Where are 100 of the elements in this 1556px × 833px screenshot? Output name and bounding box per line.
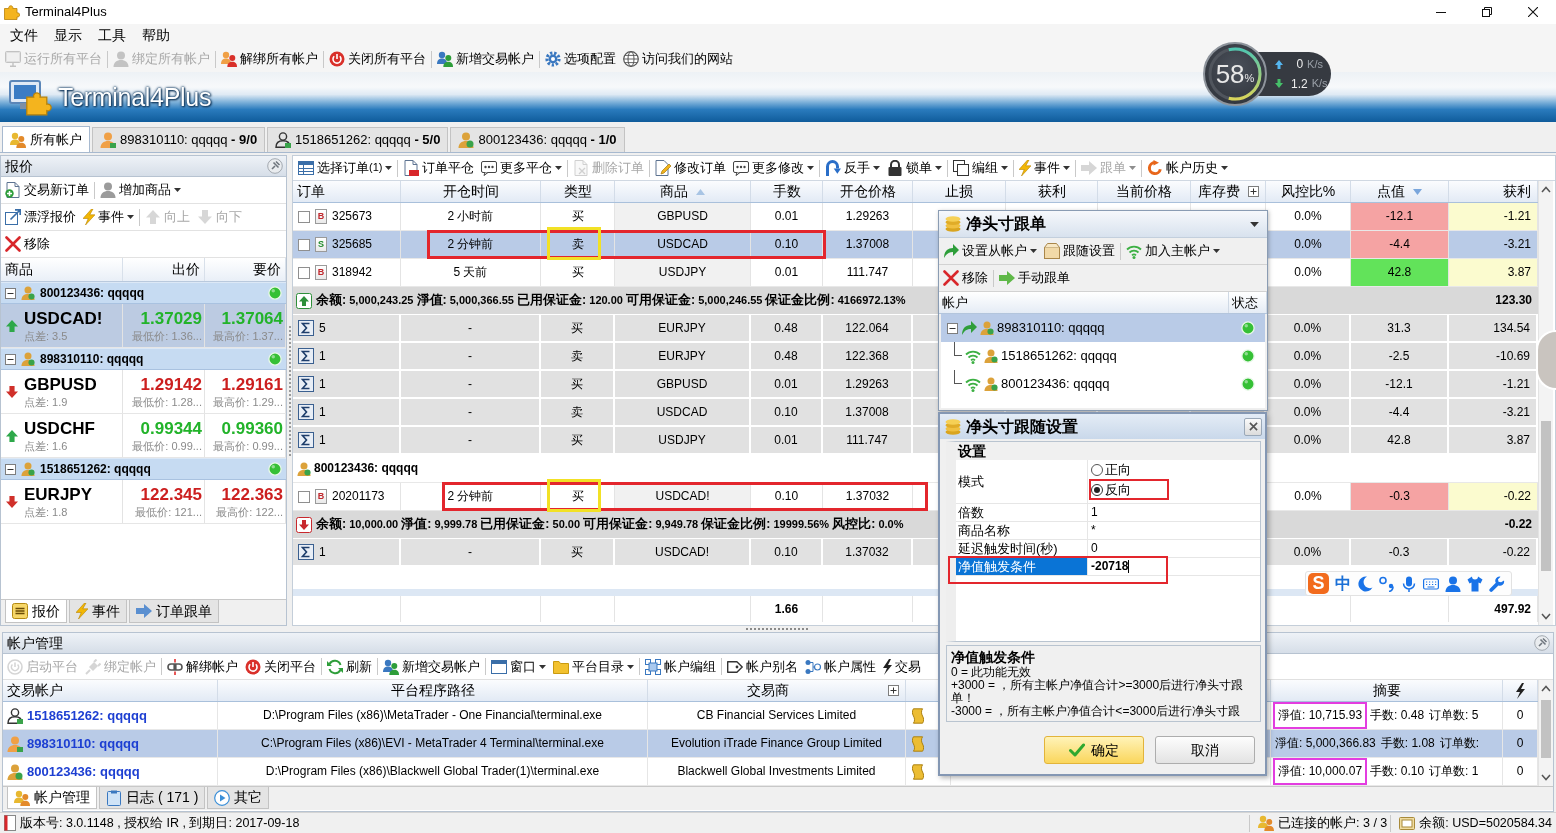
punctuation-icon[interactable] [1379, 575, 1395, 592]
toolbar-button[interactable]: 事件 [82, 206, 135, 228]
radio-button[interactable]: 正向 [1091, 462, 1131, 477]
collapse-icon[interactable] [5, 287, 16, 299]
caret-icon[interactable] [1250, 221, 1259, 227]
toolbar-button[interactable]: 增加商品 [99, 179, 182, 201]
account-link[interactable]: 898310110: qqqqq [27, 735, 139, 752]
wrench-icon[interactable] [1489, 575, 1505, 592]
column-header[interactable]: 帐户 [939, 292, 1229, 313]
column-header[interactable]: 要价 [205, 258, 286, 281]
toolbar-button[interactable]: 事件 [1018, 157, 1072, 179]
toolbar-button[interactable]: 帐户编组 [644, 655, 717, 678]
menu-item[interactable]: 帮助 [134, 26, 178, 44]
toolbar-button[interactable]: 跟随设置 [1043, 240, 1116, 262]
toolbar-button[interactable]: 关闭所有平台 [328, 48, 427, 70]
column-header[interactable]: 当前价格 [1098, 181, 1191, 202]
toolbar-button[interactable]: 加入主帐户 [1125, 240, 1221, 262]
tab[interactable]: 898310110: qqqqq - 9/0 [92, 127, 266, 152]
toolbar-button[interactable]: 移除 [942, 267, 989, 289]
column-header[interactable]: 出价 [123, 258, 205, 281]
keyboard-icon[interactable] [1423, 575, 1439, 592]
column-header[interactable]: 交易商 [648, 680, 906, 701]
tab[interactable]: 其它 [207, 787, 270, 809]
collapse-icon[interactable] [947, 322, 958, 334]
toolbar-button[interactable]: 反手 [824, 157, 882, 179]
collapse-icon[interactable] [5, 463, 16, 475]
collapse-icon[interactable] [5, 353, 16, 365]
column-header[interactable]: 库存费 [1191, 181, 1266, 202]
toolbar-button[interactable]: 更多平仓 [480, 157, 564, 179]
tab[interactable]: 1518651262: qqqqq - 5/0 [267, 127, 449, 152]
pin-icon[interactable] [1534, 635, 1550, 651]
toolbar-button[interactable]: 订单平仓 [402, 157, 476, 179]
toolbar-button[interactable]: 平台目录 [552, 655, 635, 678]
toolbar-button[interactable]: 手动跟单 [998, 267, 1071, 289]
scrollbar-thumb[interactable] [1541, 700, 1551, 758]
checkbox[interactable] [298, 210, 310, 223]
toolbar-button[interactable]: 解绑帐户 [166, 655, 239, 678]
toolbar-button[interactable]: 帐户属性 [804, 655, 877, 678]
toolbar-button[interactable]: 帐户别名 [726, 655, 799, 678]
account-link[interactable]: 1518651262: qqqqq [27, 707, 147, 724]
checkbox[interactable] [298, 490, 310, 503]
pin-icon[interactable] [267, 158, 283, 174]
toolbar-button[interactable]: 新增交易帐户 [436, 48, 535, 70]
column-header[interactable]: 交易帐户 [3, 680, 218, 701]
property-name[interactable]: 净值触发条件 [956, 558, 1088, 575]
column-header[interactable]: 商品 [615, 181, 751, 202]
menu-item[interactable]: 显示 [46, 26, 90, 44]
toolbar-button[interactable]: 关闭平台 [244, 655, 317, 678]
input-mode-toggle[interactable]: 中 [1335, 573, 1351, 594]
column-header[interactable]: 平台程序路径 [218, 680, 648, 701]
column-header[interactable]: 状态 [1229, 292, 1267, 313]
tab[interactable]: 事件 [69, 600, 127, 623]
scrollbar[interactable] [1538, 680, 1553, 786]
dialog-button[interactable]: 取消 [1155, 736, 1255, 764]
toolbar-button[interactable]: 刷新 [326, 655, 373, 678]
column-header[interactable]: 止损 [913, 181, 1006, 202]
tab[interactable]: 日志 ( 171 ) [99, 787, 206, 809]
toolbar-button[interactable]: 编组 [952, 157, 1010, 179]
tab[interactable]: 订单跟单 [129, 600, 219, 623]
close-button[interactable] [1244, 417, 1262, 436]
tree-row[interactable]: 898310110: qqqqq [941, 314, 1265, 342]
column-header[interactable]: 开仓时间 [401, 181, 541, 202]
toolbar-button[interactable]: 访问我们的网站 [622, 48, 734, 70]
column-header[interactable]: 类型 [541, 181, 615, 202]
property-name[interactable]: 延迟触发时间(秒) [956, 540, 1088, 557]
column-header[interactable]: 获利 [1006, 181, 1098, 202]
toolbar-button[interactable]: 选择订单(1) [297, 157, 394, 179]
tab[interactable]: 报价 [5, 600, 67, 623]
property-name[interactable]: 倍数 [956, 504, 1088, 521]
toolbar-button[interactable]: 交易 [882, 655, 922, 678]
toolbar-button[interactable]: 移除 [4, 233, 51, 255]
toolbar-button[interactable]: 新增交易帐户 [382, 655, 481, 678]
toolbar-button[interactable]: 漂浮报价 [4, 206, 77, 228]
quote-row[interactable]: USDCAD! 点差: 3.5 1.37029 最低价: 1.36... 1.37064 最高价: 1.37... [1, 304, 286, 348]
column-header[interactable]: 风控比% [1266, 181, 1351, 202]
menu-item[interactable]: 工具 [90, 26, 134, 44]
column-header[interactable]: 点值 [1351, 181, 1449, 202]
toolbar-button[interactable]: 设置从帐户 [942, 240, 1038, 262]
scrollbar-thumb[interactable] [1541, 421, 1551, 571]
toolbar-button[interactable]: 选项配置 [544, 48, 617, 70]
toolbar-button[interactable]: 窗口 [490, 655, 547, 678]
person-icon[interactable] [1445, 575, 1461, 592]
dialog-button[interactable]: 确定 [1044, 736, 1144, 764]
toolbar-button[interactable]: 解绑所有帐户 [220, 48, 319, 70]
account-link[interactable]: 800123436: qqqqq [27, 763, 140, 780]
column-header[interactable]: 开仓价格 [823, 181, 913, 202]
menu-item[interactable]: 文件 [2, 26, 46, 44]
checkbox[interactable] [298, 238, 310, 251]
radio-button[interactable]: 反向 [1091, 482, 1131, 497]
tab[interactable]: 帐户管理 [7, 787, 97, 809]
toolbar-button[interactable]: 锁单 [886, 157, 944, 179]
toolbar-button[interactable]: 交易新订单 [4, 179, 90, 201]
toolbar-button[interactable]: 修改订单 [654, 157, 728, 179]
quote-row[interactable]: USDCHF 点差: 1.6 0.99344 最低价: 0.99... 0.99360 最高价: 0.99... [1, 414, 286, 458]
microphone-icon[interactable] [1401, 575, 1417, 592]
quote-row[interactable]: EURJPY 点差: 1.8 122.345 最低价: 121... 122.363 最高价: 122... [1, 480, 286, 524]
column-header[interactable]: 手数 [751, 181, 823, 202]
moon-icon[interactable] [1357, 575, 1373, 592]
toolbar-button[interactable]: 更多修改 [732, 157, 816, 179]
tab[interactable]: 所有帐户 [2, 126, 90, 152]
